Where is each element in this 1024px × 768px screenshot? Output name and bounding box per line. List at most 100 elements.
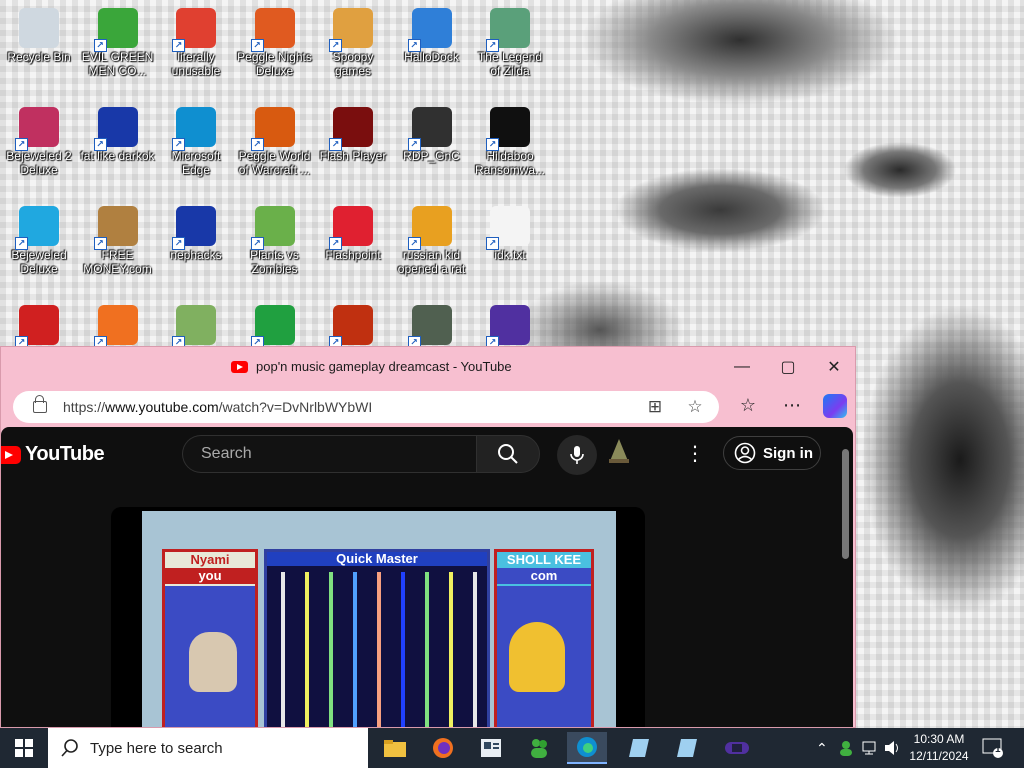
taskbar-edge[interactable] bbox=[567, 732, 607, 764]
taskbar-firefox[interactable] bbox=[423, 732, 463, 764]
shortcut-arrow-icon: ↗ bbox=[172, 39, 185, 52]
desktop-icon[interactable]: ↗ bbox=[157, 301, 235, 349]
shortcut-arrow-icon: ↗ bbox=[93, 39, 107, 52]
desktop-icon[interactable]: ↗ literally unusable bbox=[157, 4, 235, 78]
app-available-icon[interactable]: ⊞ bbox=[645, 397, 665, 417]
shortcut-arrow-icon: ↗ bbox=[93, 237, 107, 250]
desktop-icon[interactable]: Recycle Bin bbox=[0, 4, 78, 64]
minimize-button[interactable]: — bbox=[719, 355, 765, 379]
favorites-icon[interactable]: ☆ bbox=[737, 395, 759, 416]
desktop-icon-label: idk.txt bbox=[494, 248, 526, 262]
youtube-logo-text: YouTube bbox=[25, 443, 105, 465]
desktop-icon[interactable]: ↗ bbox=[0, 301, 78, 349]
desktop-icon[interactable]: ↗ russian kid opened a rat bbox=[393, 202, 471, 276]
taskbar-news[interactable] bbox=[471, 732, 511, 764]
search-box[interactable] bbox=[182, 435, 476, 473]
desktop-icon-label: Spoopy games bbox=[332, 50, 374, 78]
desktop-icon[interactable]: ↗ Peggle World of Warcraft ... bbox=[236, 103, 314, 177]
desktop-icon-label: fat like darkok bbox=[80, 149, 155, 163]
scrollbar[interactable] bbox=[842, 449, 849, 559]
taskbar: Type here to search ⌃ 10:30 AM 12/11/202… bbox=[0, 728, 1024, 768]
flash-icon: ↗ bbox=[329, 107, 373, 151]
chrome-icon: ↗ bbox=[172, 8, 216, 52]
title-bar[interactable]: pop'n music gameplay dreamcast - YouTube… bbox=[1, 347, 855, 387]
start-button[interactable] bbox=[0, 728, 48, 768]
plant-icon: ↗ bbox=[250, 206, 295, 250]
desktop-icon[interactable]: ↗ bbox=[393, 301, 471, 349]
desktop-icon[interactable]: ↗ Microsoft Edge bbox=[157, 103, 235, 177]
desktop-icon[interactable]: ↗ Bejeweled 2 Deluxe bbox=[0, 103, 78, 177]
favorite-star-icon[interactable]: ☆ bbox=[685, 397, 705, 417]
desktop-icon[interactable]: ↗ FREE MONEY.com bbox=[79, 202, 157, 276]
taskbar-search-placeholder: Type here to search bbox=[90, 739, 223, 757]
taskbar-notepad-2[interactable] bbox=[667, 732, 707, 764]
windows-logo-icon bbox=[15, 739, 33, 757]
voice-search-button[interactable] bbox=[557, 435, 597, 475]
desktop-icon[interactable]: ↗ RDP_GnC bbox=[393, 103, 471, 163]
desktop-icon[interactable]: ↗ HalloDock bbox=[393, 4, 471, 64]
desktop-icon[interactable]: ↗ The Legend of Zilda bbox=[471, 4, 549, 78]
network-icon[interactable] bbox=[862, 728, 880, 768]
address-bar[interactable]: https://www.youtube.com/watch?v=DvNrlbWY… bbox=[13, 391, 719, 423]
red-fuzzy-icon: ↗ bbox=[15, 305, 59, 349]
green-men-icon bbox=[531, 739, 547, 758]
text-file-icon: ↗ bbox=[486, 206, 530, 250]
player-right-panel: SHOLL KEE com bbox=[494, 549, 594, 727]
notification-center-button[interactable]: 1 bbox=[982, 728, 1004, 768]
taskbar-file-explorer[interactable] bbox=[375, 732, 415, 764]
game-badge-icon: ↗ bbox=[407, 305, 452, 349]
desktop-icon[interactable]: ↗ bbox=[471, 301, 549, 349]
settings-menu-icon[interactable]: ⋮ bbox=[685, 441, 705, 466]
copilot-icon[interactable] bbox=[823, 394, 847, 418]
recycle-bin-icon bbox=[19, 8, 59, 48]
browser-window[interactable]: pop'n music gameplay dreamcast - YouTube… bbox=[0, 346, 856, 728]
taskbar-search[interactable]: Type here to search bbox=[48, 728, 368, 768]
sign-in-button[interactable]: Sign in bbox=[723, 436, 821, 470]
desktop-icon-label: FREE MONEY.com bbox=[83, 248, 152, 276]
more-options-icon[interactable]: ⋯ bbox=[781, 395, 803, 416]
tray-user-icon[interactable] bbox=[838, 728, 856, 768]
desktop-icon[interactable]: ↗ nephacks bbox=[157, 202, 235, 262]
shortcut-arrow-icon: ↗ bbox=[486, 138, 499, 151]
search-icon bbox=[61, 739, 78, 757]
video-player[interactable]: Nyami you Quick Master SHOLL KEE com bbox=[111, 507, 645, 727]
mpi-icon: ↗ bbox=[172, 206, 216, 250]
desktop-icon[interactable]: ↗ idk.txt bbox=[471, 202, 549, 262]
left-player-name: Nyami bbox=[190, 552, 230, 567]
taskbar-notepad-1[interactable] bbox=[619, 732, 659, 764]
desktop-icon-label: russian kid opened a rat bbox=[397, 248, 466, 276]
player-left-panel: Nyami you bbox=[162, 549, 258, 727]
de-icon: ↗ bbox=[407, 206, 452, 250]
taskbar-clock[interactable]: 10:30 AM 12/11/2024 bbox=[900, 731, 978, 765]
desktop-icon[interactable]: ↗ Hildaboo Ransomwa... bbox=[471, 103, 549, 177]
lock-icon[interactable] bbox=[33, 395, 47, 413]
desktop-icon-label: The Legend of Zilda bbox=[477, 50, 543, 78]
search-button[interactable] bbox=[476, 435, 540, 473]
desktop-icon[interactable]: ↗ Spoopy games bbox=[314, 4, 392, 78]
taskbar-green-men[interactable] bbox=[519, 732, 559, 764]
right-character bbox=[509, 622, 565, 692]
right-player-tag: com bbox=[497, 568, 591, 584]
shortcut-arrow-icon: ↗ bbox=[486, 237, 499, 250]
desktop-icon[interactable]: ↗ EVIL GREEN MEN CO... bbox=[79, 4, 157, 78]
show-hidden-icons[interactable]: ⌃ bbox=[816, 728, 828, 768]
maximize-button[interactable]: ▢ bbox=[765, 355, 811, 379]
desktop-icon[interactable]: ↗ fat like darkok bbox=[79, 103, 157, 163]
desktop-icon[interactable]: ↗ Plants vs Zombies bbox=[236, 202, 314, 276]
desktop-icon[interactable]: ↗ bbox=[314, 301, 392, 349]
left-character bbox=[189, 632, 237, 692]
youtube-logo[interactable]: YouTube bbox=[1, 443, 105, 466]
search-input[interactable] bbox=[199, 444, 476, 464]
taskbar-gba[interactable] bbox=[717, 732, 757, 764]
desktop-icon-label: HalloDock bbox=[404, 50, 459, 64]
doodle-hat-icon[interactable] bbox=[607, 437, 631, 465]
desktop-icon[interactable]: ↗ bbox=[236, 301, 314, 349]
desktop-icon[interactable]: ↗ Flash Player bbox=[314, 103, 392, 163]
desktop-icon[interactable]: ↗ Peggle Nights Deluxe bbox=[236, 4, 314, 78]
youtube-play-icon bbox=[1, 445, 21, 464]
desktop-icon[interactable]: ↗ bbox=[79, 301, 157, 349]
close-button[interactable]: ✕ bbox=[811, 355, 855, 379]
desktop-icon[interactable]: ↗ Flashpoint bbox=[314, 202, 392, 262]
url-text[interactable]: https://www.youtube.com/watch?v=DvNrlbWY… bbox=[63, 399, 372, 415]
desktop-icon[interactable]: ↗ Bejeweled Deluxe bbox=[0, 202, 78, 276]
